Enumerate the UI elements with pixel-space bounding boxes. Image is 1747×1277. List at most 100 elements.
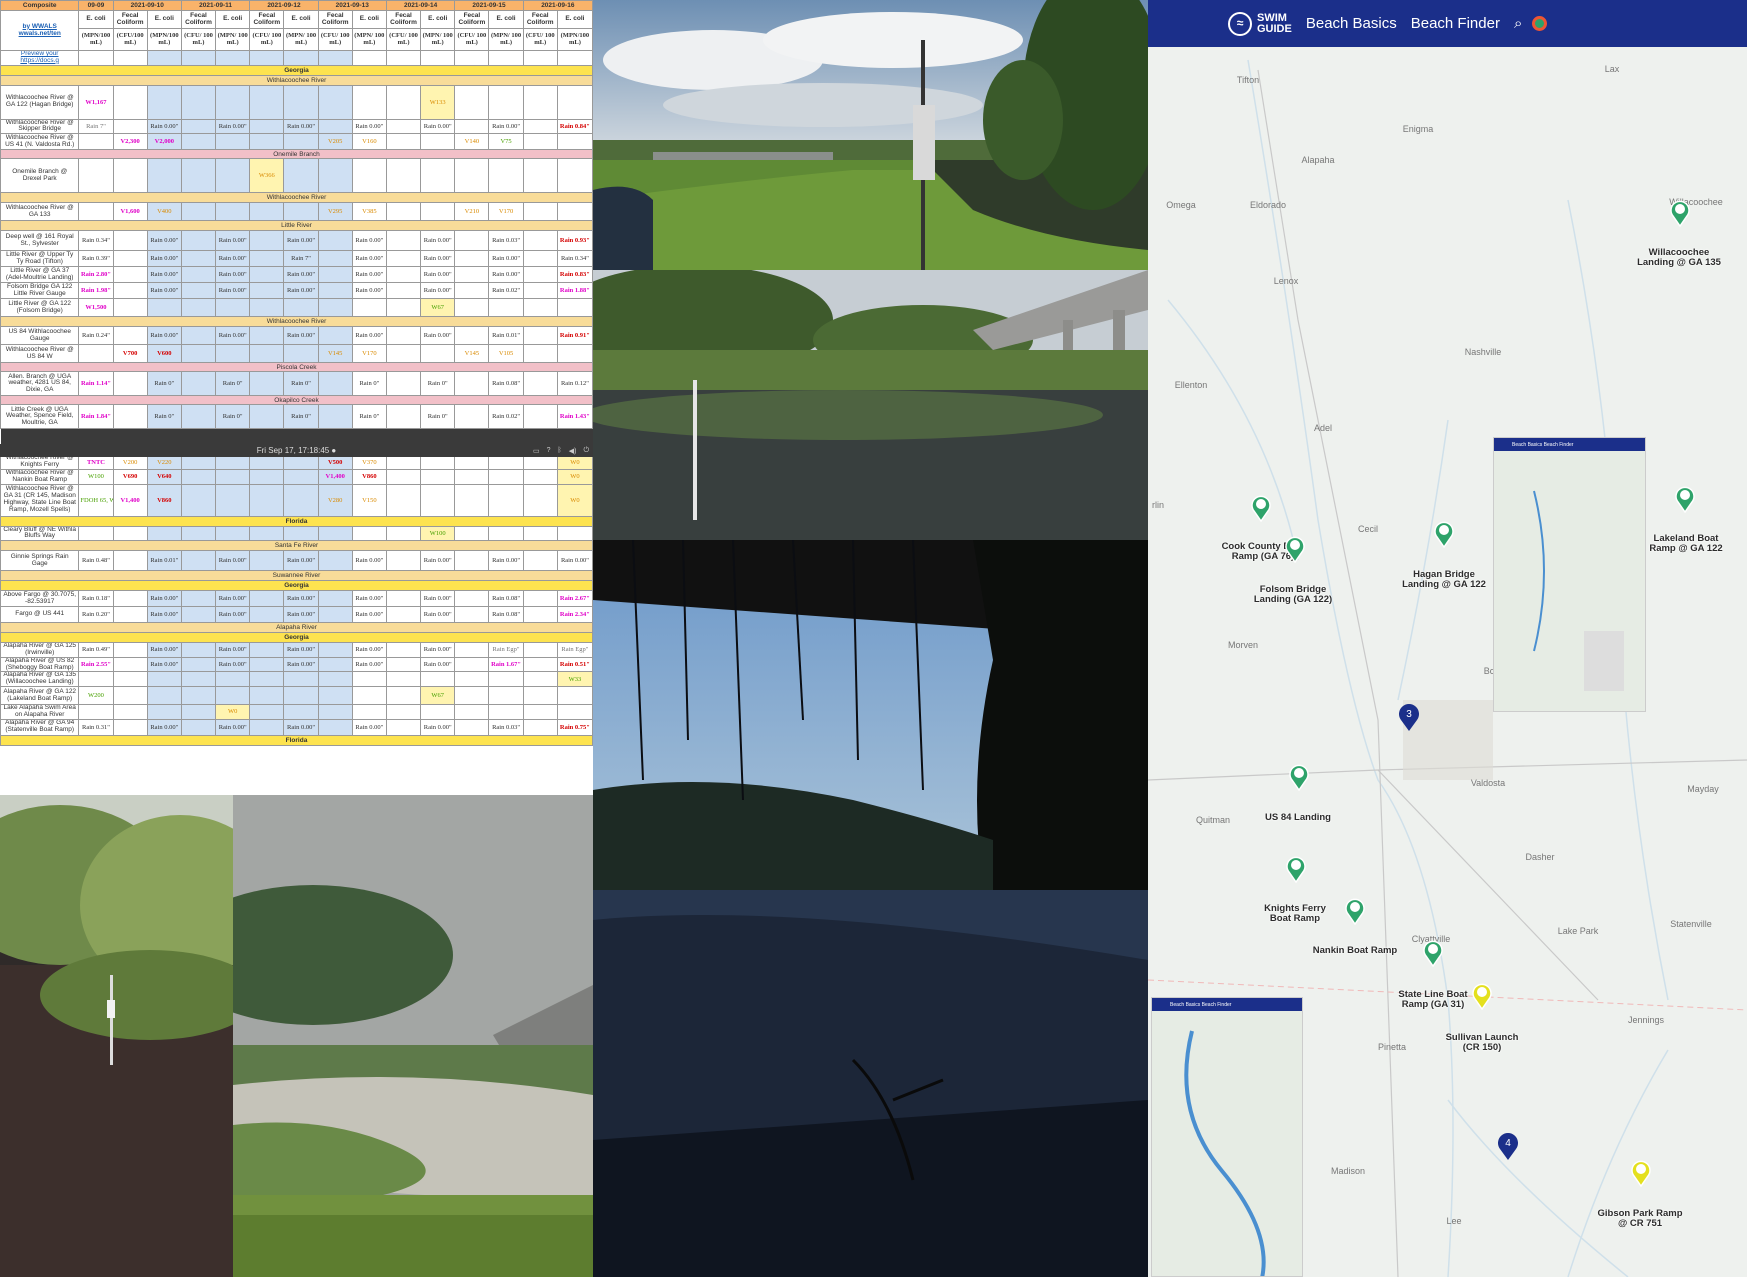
beach-label-line2: (CR 150) <box>1462 1041 1502 1053</box>
cluster-pin[interactable]: 3 <box>1397 702 1421 737</box>
value-cell <box>249 718 285 736</box>
beach-pin[interactable] <box>1630 1159 1652 1192</box>
value-cell <box>180 525 217 542</box>
value-cell <box>317 84 353 120</box>
beach-label[interactable]: State Line Boat Ramp (GA 31) <box>1398 990 1467 1010</box>
town-label: Statenville <box>1670 919 1712 929</box>
beach-label[interactable]: Sullivan Launch (CR 150) <box>1446 1033 1519 1053</box>
beach-label[interactable]: Knights Ferry Boat Ramp <box>1264 904 1326 924</box>
value-cell <box>112 282 148 300</box>
unit-header: (CFU/ 100 mL) <box>249 28 285 51</box>
value-cell: V700 <box>112 344 148 364</box>
value-cell <box>454 525 490 542</box>
value-cell: Rain 0.00" <box>215 250 251 268</box>
value-cell: Rain 0.03" <box>488 718 524 736</box>
unit-header: (MPN/100 mL) <box>78 28 114 51</box>
river-label: Suwannee River <box>0 570 593 582</box>
photo-river-under-bridge <box>593 270 1148 540</box>
value-cell <box>454 326 490 346</box>
value-cell: V105 <box>488 344 524 364</box>
river-label: Alapaha River <box>0 622 593 634</box>
cluster-pin[interactable]: 4 <box>1496 1131 1520 1166</box>
value-cell <box>249 84 285 120</box>
unit-header: (CFU/ 100 mL) <box>317 28 353 51</box>
beach-label[interactable]: Folsom Bridge Landing (GA 122) <box>1254 585 1332 605</box>
value-cell <box>385 133 422 151</box>
beach-pin[interactable] <box>1471 982 1493 1015</box>
preview-link[interactable]: Preview your https://docs.g <box>20 51 59 63</box>
nav-beach-finder[interactable]: Beach Finder <box>1411 15 1500 32</box>
river-row: Withlacoochee River <box>0 316 593 328</box>
beach-pin[interactable] <box>1288 763 1310 796</box>
site-name: Allen. Branch @ UGA weather, 4281 US 84,… <box>0 371 80 397</box>
preview-row: Preview your https://docs.g <box>0 50 593 66</box>
column-type-header: Fecal Coliform <box>454 10 490 29</box>
search-icon[interactable]: ⌕ <box>1514 15 1522 32</box>
beach-label[interactable]: US 84 Landing <box>1265 813 1331 823</box>
value-cell: Rain 0.00" <box>215 118 251 135</box>
mini-nav-bar-2: Beach Basics Beach Finder <box>1152 998 1302 1011</box>
beach-label[interactable]: Nankin Boat Ramp <box>1313 946 1397 956</box>
value-cell: Rain 0.08" <box>488 371 524 397</box>
window-icon[interactable]: ▭ <box>533 447 540 455</box>
beach-pin[interactable] <box>1674 485 1696 518</box>
value-cell <box>249 590 285 608</box>
help-icon[interactable]: ? <box>547 447 551 454</box>
value-cell: Rain 0.34" <box>78 230 114 252</box>
date-header: 2021-09-15 <box>454 0 524 11</box>
value-cell: Rain 0.00" <box>556 550 593 572</box>
power-icon[interactable]: ⏻ <box>583 447 589 455</box>
beach-pin[interactable] <box>1422 939 1444 972</box>
beach-label[interactable]: Gibson Park Ramp @ CR 751 <box>1598 1209 1683 1229</box>
value-cell: Rain Egp" <box>556 642 593 658</box>
beach-pin[interactable] <box>1433 520 1455 553</box>
value-cell: Rain 2.55" <box>78 656 114 673</box>
value-cell <box>454 250 490 268</box>
value-cell <box>522 704 558 720</box>
table-cell <box>385 50 422 66</box>
beach-label[interactable]: Willacoochee Landing @ GA 135 <box>1637 248 1721 268</box>
value-cell: Rain 0.00" <box>146 282 182 300</box>
value-cell: V140 <box>454 133 490 151</box>
credit-link[interactable]: by WWALS wwals.net/ten <box>19 23 61 37</box>
value-cell: W366 <box>249 158 285 194</box>
beach-label-line2: Landing @ GA 135 <box>1637 256 1721 268</box>
town-label: Eldorado <box>1249 200 1287 210</box>
value-cell <box>112 671 148 687</box>
nav-beach-basics[interactable]: Beach Basics <box>1306 15 1397 32</box>
value-cell <box>454 84 490 120</box>
site-row: Little River @ GA 37 (Adel-Moultrie Land… <box>0 266 593 284</box>
beach-label[interactable]: Hagan Bridge Landing @ GA 122 <box>1402 570 1486 590</box>
value-cell: Rain 0.08" <box>488 606 524 624</box>
beach-label-line1: US 84 Landing <box>1265 812 1331 823</box>
value-cell <box>454 671 490 687</box>
beach-label[interactable]: Lakeland Boat Ramp @ GA 122 <box>1649 534 1722 554</box>
volume-icon[interactable]: ◀) <box>569 447 577 455</box>
value-cell: Rain 0.00" <box>420 718 456 736</box>
beach-pin[interactable] <box>1669 199 1691 232</box>
beach-pin[interactable] <box>1250 494 1272 527</box>
swim-guide-logo[interactable]: ≈ SWIM GUIDE <box>1228 11 1292 36</box>
value-cell: Rain 0.00" <box>351 656 387 673</box>
value-cell: Rain 0.00" <box>488 250 524 268</box>
value-cell <box>351 671 387 687</box>
beach-pin[interactable] <box>1284 535 1306 568</box>
table-cell <box>112 50 148 66</box>
value-cell <box>317 642 353 658</box>
value-cell: Rain 0.00" <box>420 590 456 608</box>
beach-pin[interactable] <box>1285 855 1307 888</box>
bluetooth-icon[interactable]: ᛒ <box>558 447 562 454</box>
beach-pin[interactable] <box>1344 897 1366 930</box>
value-cell: Rain 0" <box>283 404 319 430</box>
site-row: Withlacoochee River @ GA 133 V1,600 V400 V2… <box>0 202 593 222</box>
value-cell <box>488 483 524 517</box>
value-cell <box>215 84 251 120</box>
swim-guide-map[interactable]: ≈ SWIM GUIDE Beach Basics Beach Finder ⌕ … <box>1148 0 1747 1277</box>
value-cell: Rain 1.43" <box>556 404 593 430</box>
value-cell <box>317 282 353 300</box>
value-cell <box>112 525 148 542</box>
locale-icon[interactable] <box>1532 16 1548 31</box>
value-cell: V170 <box>351 344 387 364</box>
value-cell <box>317 550 353 572</box>
preview-cell: Preview your https://docs.g <box>0 50 80 66</box>
